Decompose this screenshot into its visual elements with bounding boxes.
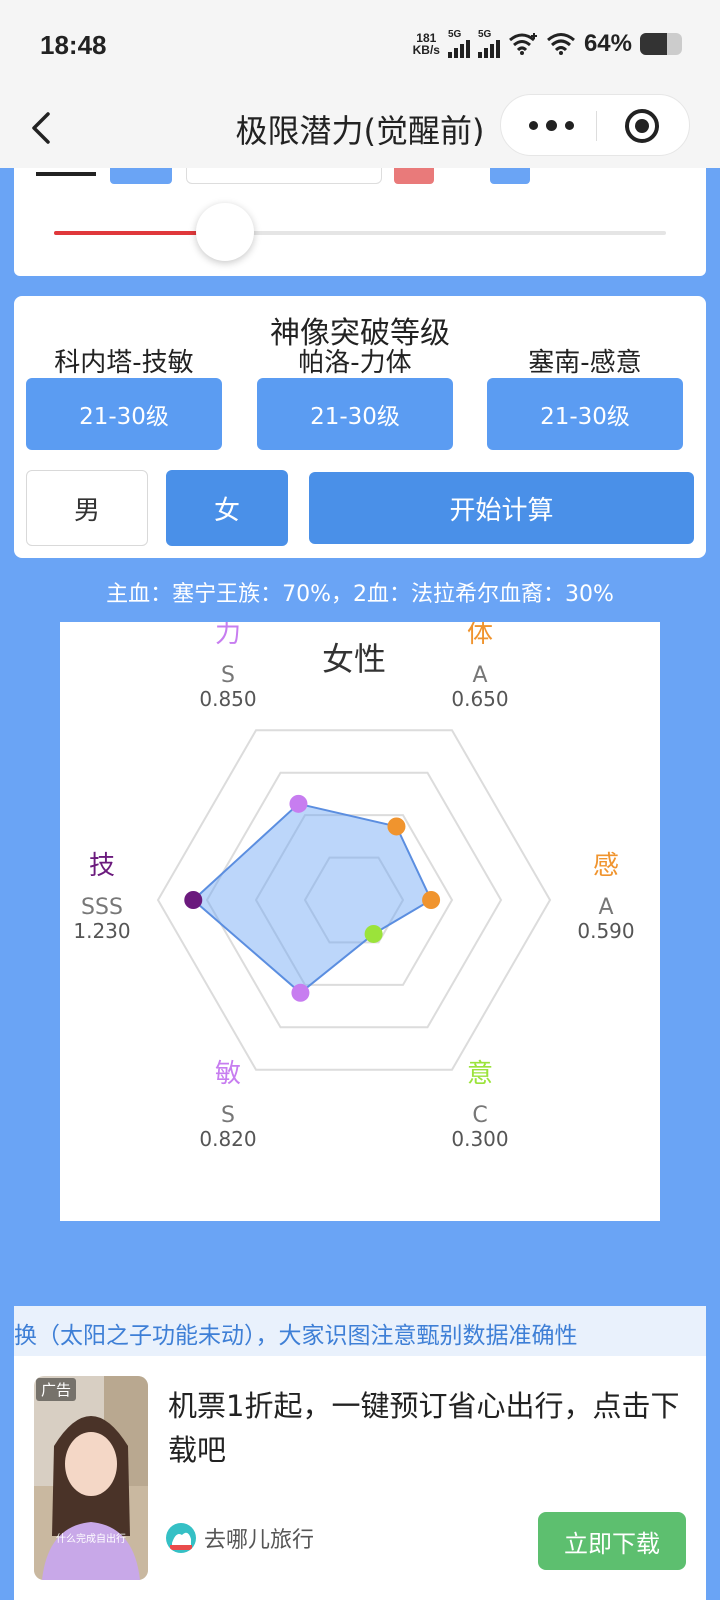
ad-thumb-caption: 什么完成自出行	[56, 1534, 126, 1545]
axis-label-2: 体	[467, 622, 493, 649]
mini-program-capsule	[500, 94, 690, 156]
data-point-3	[422, 891, 441, 909]
start-calculate-button[interactable]: 开始计算	[309, 472, 694, 544]
statue-name-3: 塞南-感意	[528, 348, 642, 378]
data-point-4	[364, 924, 383, 943]
statue-name-2: 帕洛-力体	[298, 348, 412, 378]
axis-grade-5: S	[221, 1103, 235, 1128]
signal-icon: 5G	[477, 30, 500, 58]
cut-off-tag	[110, 168, 172, 184]
data-point-1	[289, 794, 308, 813]
statue-name-1: 科内塔-技敏	[54, 348, 194, 378]
data-point-5	[291, 983, 310, 1002]
notice-text: 换（太阳之子功能未动），大家识图注意甄别数据准确性	[14, 1323, 578, 1349]
radar-chart: 女性力 S 0.850 体 A 0.650 感 A 0.590 意 C 0.300 敏 S 0.820 技 SS…	[60, 622, 660, 1221]
bloodline-info: 主血：塞宁王族：70%，2血：法拉希尔血裔：30%	[106, 582, 614, 607]
signal-icon: 5G	[447, 30, 470, 58]
capsule-divider	[596, 111, 597, 141]
axis-value-4: 0.300	[451, 1127, 508, 1151]
status-icons: 181 KB/s 5G 5G 64%	[413, 30, 682, 58]
gender-male-button[interactable]: 男	[26, 470, 148, 546]
notice-bar: 换（太阳之子功能未动），大家识图注意甄别数据准确性	[14, 1306, 706, 1356]
nav-bar: 极限潜力(觉醒前)	[0, 92, 720, 168]
ad-tag: 广告	[36, 1378, 77, 1401]
battery-icon	[640, 33, 682, 55]
ad-text: 机票1折起，一键预订省心出行，点击下载吧	[168, 1389, 680, 1467]
battery-percent: 64%	[583, 30, 632, 57]
axis-grade-1: S	[221, 663, 235, 688]
status-time: 18:48	[40, 30, 107, 60]
axis-label-4: 意	[467, 1059, 493, 1089]
ad-brand: 去哪儿旅行	[166, 1522, 314, 1554]
cut-off-tag	[394, 168, 434, 184]
wifi-plus-icon	[508, 33, 537, 55]
cut-off-select[interactable]	[186, 168, 382, 184]
qunar-logo-icon	[166, 1523, 196, 1553]
data-point-2	[387, 817, 406, 836]
breakthrough-card: 神像突破等级 科内塔-技敏 帕洛-力体 塞南-感意 21-30级 21-30级 …	[14, 296, 706, 558]
chart-title: 女性	[322, 640, 386, 678]
download-button[interactable]: 立即下载	[538, 1512, 686, 1570]
level-select-1[interactable]: 21-30级	[26, 378, 222, 450]
status-bar: 18:48 181 KB/s 5G 5G 64%	[0, 0, 720, 92]
axis-value-3: 0.590	[577, 919, 634, 943]
ratio-slider[interactable]	[54, 203, 666, 261]
slider-thumb[interactable]	[196, 203, 255, 261]
axis-grade-2: A	[472, 663, 487, 688]
radar-svg: 女性力S0.850体A0.650感A0.590意C0.300敏S0.820技SS…	[73, 622, 634, 1151]
axis-label-1: 力	[215, 622, 241, 649]
axis-label-3: 感	[593, 851, 619, 881]
target-icon[interactable]	[625, 109, 659, 143]
axis-grade-3: A	[598, 895, 613, 920]
axis-label-6: 技	[89, 851, 115, 881]
data-point-6	[184, 891, 203, 909]
axis-grade-6: SSS	[81, 895, 123, 920]
axis-grade-4: C	[472, 1103, 487, 1128]
cut-off-label	[36, 168, 96, 176]
axis-value-1: 0.850	[199, 687, 256, 711]
axis-label-5: 敏	[215, 1059, 241, 1089]
axis-value-6: 1.230	[73, 919, 130, 943]
cut-off-tag	[490, 168, 530, 184]
ad-banner[interactable]: 广告 什么完成自出行 机票1折起，一键预订省心出行，点击下载吧 去哪儿旅行 立即…	[14, 1356, 706, 1600]
network-speed: 181 KB/s	[412, 31, 440, 57]
slider-card	[14, 168, 706, 276]
gender-female-button[interactable]: 女	[166, 470, 288, 546]
level-select-3[interactable]: 21-30级	[487, 378, 683, 450]
level-select-2[interactable]: 21-30级	[257, 378, 453, 450]
wifi-icon	[546, 33, 575, 55]
axis-value-5: 0.820	[199, 1127, 256, 1151]
ad-brand-name: 去哪儿旅行	[204, 1528, 315, 1553]
axis-value-2: 0.650	[451, 687, 508, 711]
more-icon[interactable]	[529, 120, 574, 131]
ad-thumbnail[interactable]: 广告 什么完成自出行	[34, 1376, 148, 1580]
